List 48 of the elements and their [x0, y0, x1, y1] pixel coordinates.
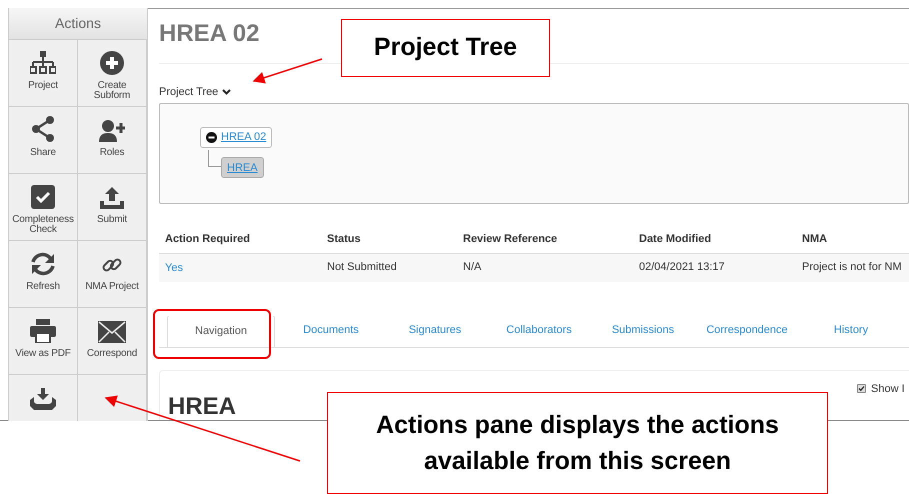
- tab[interactable]: Collaborators: [487, 316, 591, 346]
- plus-circle-icon: [100, 51, 124, 75]
- callout: Project Tree: [341, 19, 550, 77]
- action-button[interactable]: Share: [9, 107, 78, 174]
- tab[interactable]: Signatures: [383, 316, 487, 346]
- upload-icon: [100, 185, 124, 209]
- checkbox[interactable]: [857, 384, 866, 394]
- page-title: HREA 02: [159, 19, 260, 49]
- table-cell-text: N/A: [463, 260, 482, 276]
- checkbox-icon: [31, 185, 55, 209]
- action-button[interactable]: Project: [9, 40, 78, 107]
- tree-node[interactable]: HREA 02: [200, 126, 272, 148]
- action-button[interactable]: Refresh: [9, 241, 78, 308]
- table-cell-text: Not Submitted: [327, 260, 398, 276]
- download-tray-icon: [30, 386, 56, 410]
- tab[interactable]: Documents: [279, 316, 383, 346]
- tab[interactable]: Navigation: [167, 316, 275, 346]
- action-button[interactable]: Create Subform: [78, 40, 147, 107]
- column-header: Review Reference: [463, 232, 558, 247]
- action-button[interactable]: Correspond: [78, 308, 147, 375]
- column-header: Action Required: [165, 232, 251, 247]
- action-button[interactable]: View as PDF: [9, 308, 78, 375]
- table-cell-text: Project is not for NM: [802, 260, 903, 276]
- table-cell-text: 02/04/2021 13:17: [639, 260, 726, 276]
- column-header: NMA: [802, 232, 828, 247]
- pane-title: Actions: [9, 8, 147, 40]
- callout: Actions pane displays the actions available from this screen: [327, 392, 828, 494]
- action-button[interactable]: Submit: [78, 174, 147, 241]
- arrow: [252, 58, 322, 84]
- hierarchy-icon: [30, 51, 56, 75]
- project-tree-toggle[interactable]: Project Tree: [159, 84, 232, 100]
- tab[interactable]: Correspondence: [695, 316, 799, 346]
- share-icon: [31, 118, 55, 142]
- envelope-icon: [98, 319, 126, 343]
- action-button[interactable]: Roles: [78, 107, 147, 174]
- tab[interactable]: History: [799, 316, 903, 346]
- action-button[interactable]: NMA Project: [78, 241, 147, 308]
- tab[interactable]: Submissions: [591, 316, 695, 346]
- action-button[interactable]: Completeness Check: [9, 174, 78, 241]
- printer-icon: [30, 319, 56, 343]
- section-heading: HREA: [168, 392, 236, 422]
- column-header: Status: [327, 232, 362, 247]
- refresh-icon: [30, 252, 56, 276]
- checkbox-label: Show I: [871, 382, 905, 396]
- column-header: Date Modified: [639, 232, 712, 247]
- add-user-icon: [99, 118, 125, 142]
- chevron-down-icon: [222, 89, 232, 96]
- collapse-icon[interactable]: [206, 132, 217, 142]
